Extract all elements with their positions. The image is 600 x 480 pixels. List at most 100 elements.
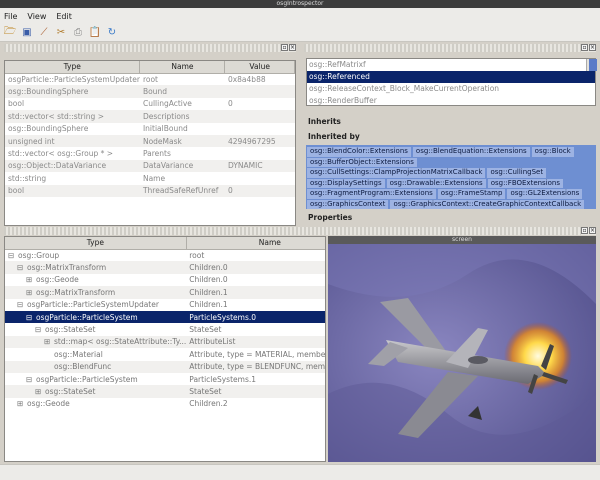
- collapse-icon[interactable]: ⊟: [26, 375, 33, 384]
- tree-row[interactable]: ⊟ osg::StateSet StateSet: [5, 323, 325, 335]
- inherited-by-tag[interactable]: osg::CullingSet: [487, 168, 547, 178]
- inherited-by-tag[interactable]: osg::DisplaySettings: [307, 178, 385, 188]
- properties-panel: Type Name Value osgParticle::ParticleSys…: [4, 60, 296, 226]
- tree-row[interactable]: ⊟ osgParticle::ParticleSystem ParticleSyst…: [5, 373, 325, 385]
- cell-type: osg::BoundingSphere: [5, 85, 140, 98]
- expand-icon[interactable]: ⊞: [26, 275, 33, 284]
- undock-icon[interactable]: ▫: [581, 44, 588, 51]
- table-row[interactable]: std::vector< osg::Group * > Parents: [5, 147, 295, 159]
- close-icon[interactable]: ×: [289, 44, 296, 51]
- stamp-icon[interactable]: ⎙: [72, 27, 84, 39]
- cell-value: [224, 110, 295, 123]
- inherited-by-tag[interactable]: osg::BufferObject::Extensions: [307, 157, 417, 167]
- tree-row[interactable]: osg::Material Attribute, type = MATERIAL,…: [5, 348, 326, 360]
- table-row[interactable]: osgParticle::ParticleSystemUpdater root 0x…: [5, 73, 295, 85]
- collapse-icon[interactable]: ⊟: [8, 251, 15, 260]
- save-icon[interactable]: ▣: [21, 27, 33, 39]
- column-header-type[interactable]: Type: [5, 61, 141, 74]
- undock-icon[interactable]: ▫: [281, 44, 288, 51]
- tree-cell-name: Children.0: [186, 261, 325, 274]
- inherited-by-tag[interactable]: osg::CullSettings::ClampProjectionMatrix…: [307, 168, 486, 178]
- inherited-by-tag[interactable]: osg::FrameStamp: [437, 189, 506, 199]
- inherited-by-tag[interactable]: osg::Drawable::Extensions: [386, 178, 486, 188]
- collapse-icon[interactable]: ⊟: [35, 325, 42, 334]
- cell-name: Descriptions: [139, 110, 225, 123]
- cell-value: 0: [227, 99, 233, 109]
- close-icon[interactable]: ×: [589, 44, 596, 51]
- column-header-value[interactable]: Value: [224, 61, 295, 74]
- table-row[interactable]: osg::Object::DataVariance DataVariance DYN…: [5, 159, 295, 173]
- tree-row[interactable]: ⊞ osg::Geode Children.2: [5, 398, 325, 410]
- tree-row-selected[interactable]: ⊟ osgParticle::ParticleSystem ParticleSyst…: [5, 310, 325, 324]
- collapse-icon[interactable]: ⊟: [17, 263, 24, 272]
- inherited-by-tag[interactable]: osg::GL2Extensions: [507, 189, 583, 199]
- table-row[interactable]: bool CullingActive 0: [5, 98, 295, 110]
- tree-type-label: osg::Geode: [27, 399, 70, 409]
- list-item-selected[interactable]: osg::Referenced: [307, 71, 595, 83]
- collapse-icon[interactable]: ⊟: [26, 313, 33, 322]
- inherited-by-tag[interactable]: osg::BlendColor::Extensions: [307, 147, 411, 157]
- table-row[interactable]: bool ThreadSafeRefUnref 0: [5, 184, 295, 197]
- toolbar: 🗁 ▣ ⟋ ✂ ⎙ 📋 ↻: [0, 24, 600, 42]
- inherits-section-header[interactable]: Inherits: [306, 115, 596, 129]
- inherited-by-tag[interactable]: osg::FragmentProgram::Extensions: [307, 189, 436, 199]
- expand-icon[interactable]: ⊞: [35, 387, 42, 396]
- tree-row[interactable]: ⊟ osgParticle::ParticleSystemUpdater Child…: [5, 299, 325, 311]
- refresh-icon[interactable]: ↻: [106, 27, 118, 39]
- tree-row[interactable]: ⊟ osg::MatrixTransform Children.0: [5, 261, 325, 274]
- collapse-icon[interactable]: ⊟: [17, 300, 24, 309]
- cell-type: bool: [8, 99, 25, 109]
- tools-icon[interactable]: ✂: [55, 27, 67, 39]
- inherited-by-tag[interactable]: osg::BlendEquation::Extensions: [412, 147, 530, 157]
- scene-dock-grip[interactable]: ▫ ×: [4, 227, 596, 235]
- inherited-by-tag[interactable]: osg::Block: [531, 147, 574, 157]
- table-row[interactable]: osg::BoundingSphere Bound: [5, 85, 295, 98]
- inherited-by-section-header[interactable]: Inherited by: [306, 130, 596, 144]
- wand-icon[interactable]: ⟋: [38, 27, 50, 39]
- expand-icon[interactable]: ⊞: [17, 399, 24, 408]
- close-icon[interactable]: ×: [589, 227, 596, 234]
- properties-section-header[interactable]: Properties: [306, 211, 596, 225]
- tree-row[interactable]: ⊟ osg::Group root: [5, 249, 325, 261]
- scene-viewer[interactable]: screen: [328, 236, 596, 462]
- tree-cell-name: AttributeList: [186, 335, 325, 349]
- tree-cell-name: Attribute, type = MATERIAL, member = 0: [189, 349, 326, 359]
- menu-edit[interactable]: Edit: [56, 12, 72, 21]
- class-list[interactable]: osg::RefMatrixf osg::Referenced osg::Rel…: [306, 58, 597, 107]
- column-header-name[interactable]: Name: [139, 61, 226, 74]
- table-row[interactable]: std::vector< std::string > Descriptions: [5, 110, 295, 123]
- tree-row[interactable]: ⊞ std::map< osg::StateAttribute::Ty... Att…: [5, 335, 325, 349]
- table-row[interactable]: osg::BoundingSphere InitialBound: [5, 123, 295, 135]
- list-item[interactable]: osg::RenderBuffer: [307, 95, 595, 107]
- table-row[interactable]: unsigned int NodeMask 4294967295: [5, 134, 295, 148]
- cell-value: DYNAMIC: [224, 159, 295, 173]
- column-header-type[interactable]: Type: [5, 237, 187, 250]
- table-row[interactable]: std::string Name: [5, 172, 295, 184]
- inherited-by-tag[interactable]: osg::GraphicsContext: [307, 199, 389, 209]
- scene-tree-table: Type Name ⊟ osg::Group root ⊟ osg::MatrixTra…: [5, 237, 326, 410]
- tree-row[interactable]: ⊞ osg::MatrixTransform Children.1: [5, 286, 325, 299]
- tree-row[interactable]: osg::BlendFunc Attribute, type = BLENDFUN…: [5, 360, 325, 373]
- column-header-name[interactable]: Name: [186, 237, 325, 250]
- tree-type-label: osg::Group: [18, 250, 60, 260]
- menu-view[interactable]: View: [27, 12, 46, 21]
- inherited-by-tag[interactable]: osg::FBOExtensions: [487, 178, 564, 188]
- properties-dock-grip[interactable]: ▫ ×: [4, 44, 296, 52]
- undock-icon[interactable]: ▫: [581, 227, 588, 234]
- classes-dock-grip[interactable]: ▫ ×: [304, 44, 596, 52]
- expand-icon[interactable]: ⊞: [44, 337, 51, 346]
- tree-row[interactable]: ⊞ osg::StateSet StateSet: [5, 385, 325, 398]
- list-item[interactable]: osg::ReleaseContext_Block_MakeCurrentOpe…: [307, 83, 595, 95]
- inherited-by-tag[interactable]: osg::GraphicsContext::CreateGraphicConte…: [390, 199, 585, 209]
- open-icon[interactable]: 🗁: [4, 26, 16, 39]
- cell-value: [225, 123, 295, 135]
- list-item[interactable]: osg::RefMatrixf: [307, 59, 595, 71]
- tree-row[interactable]: ⊞ osg::Geode Children.0: [5, 274, 325, 286]
- list-scrollbar[interactable]: [586, 59, 597, 71]
- scroll-down-icon[interactable]: [589, 63, 597, 71]
- cell-name: CullingActive: [142, 99, 192, 109]
- cell-type: std::string: [8, 173, 47, 183]
- clipboard-icon[interactable]: 📋: [89, 27, 101, 39]
- menu-file[interactable]: File: [4, 12, 17, 21]
- expand-icon[interactable]: ⊞: [26, 288, 33, 297]
